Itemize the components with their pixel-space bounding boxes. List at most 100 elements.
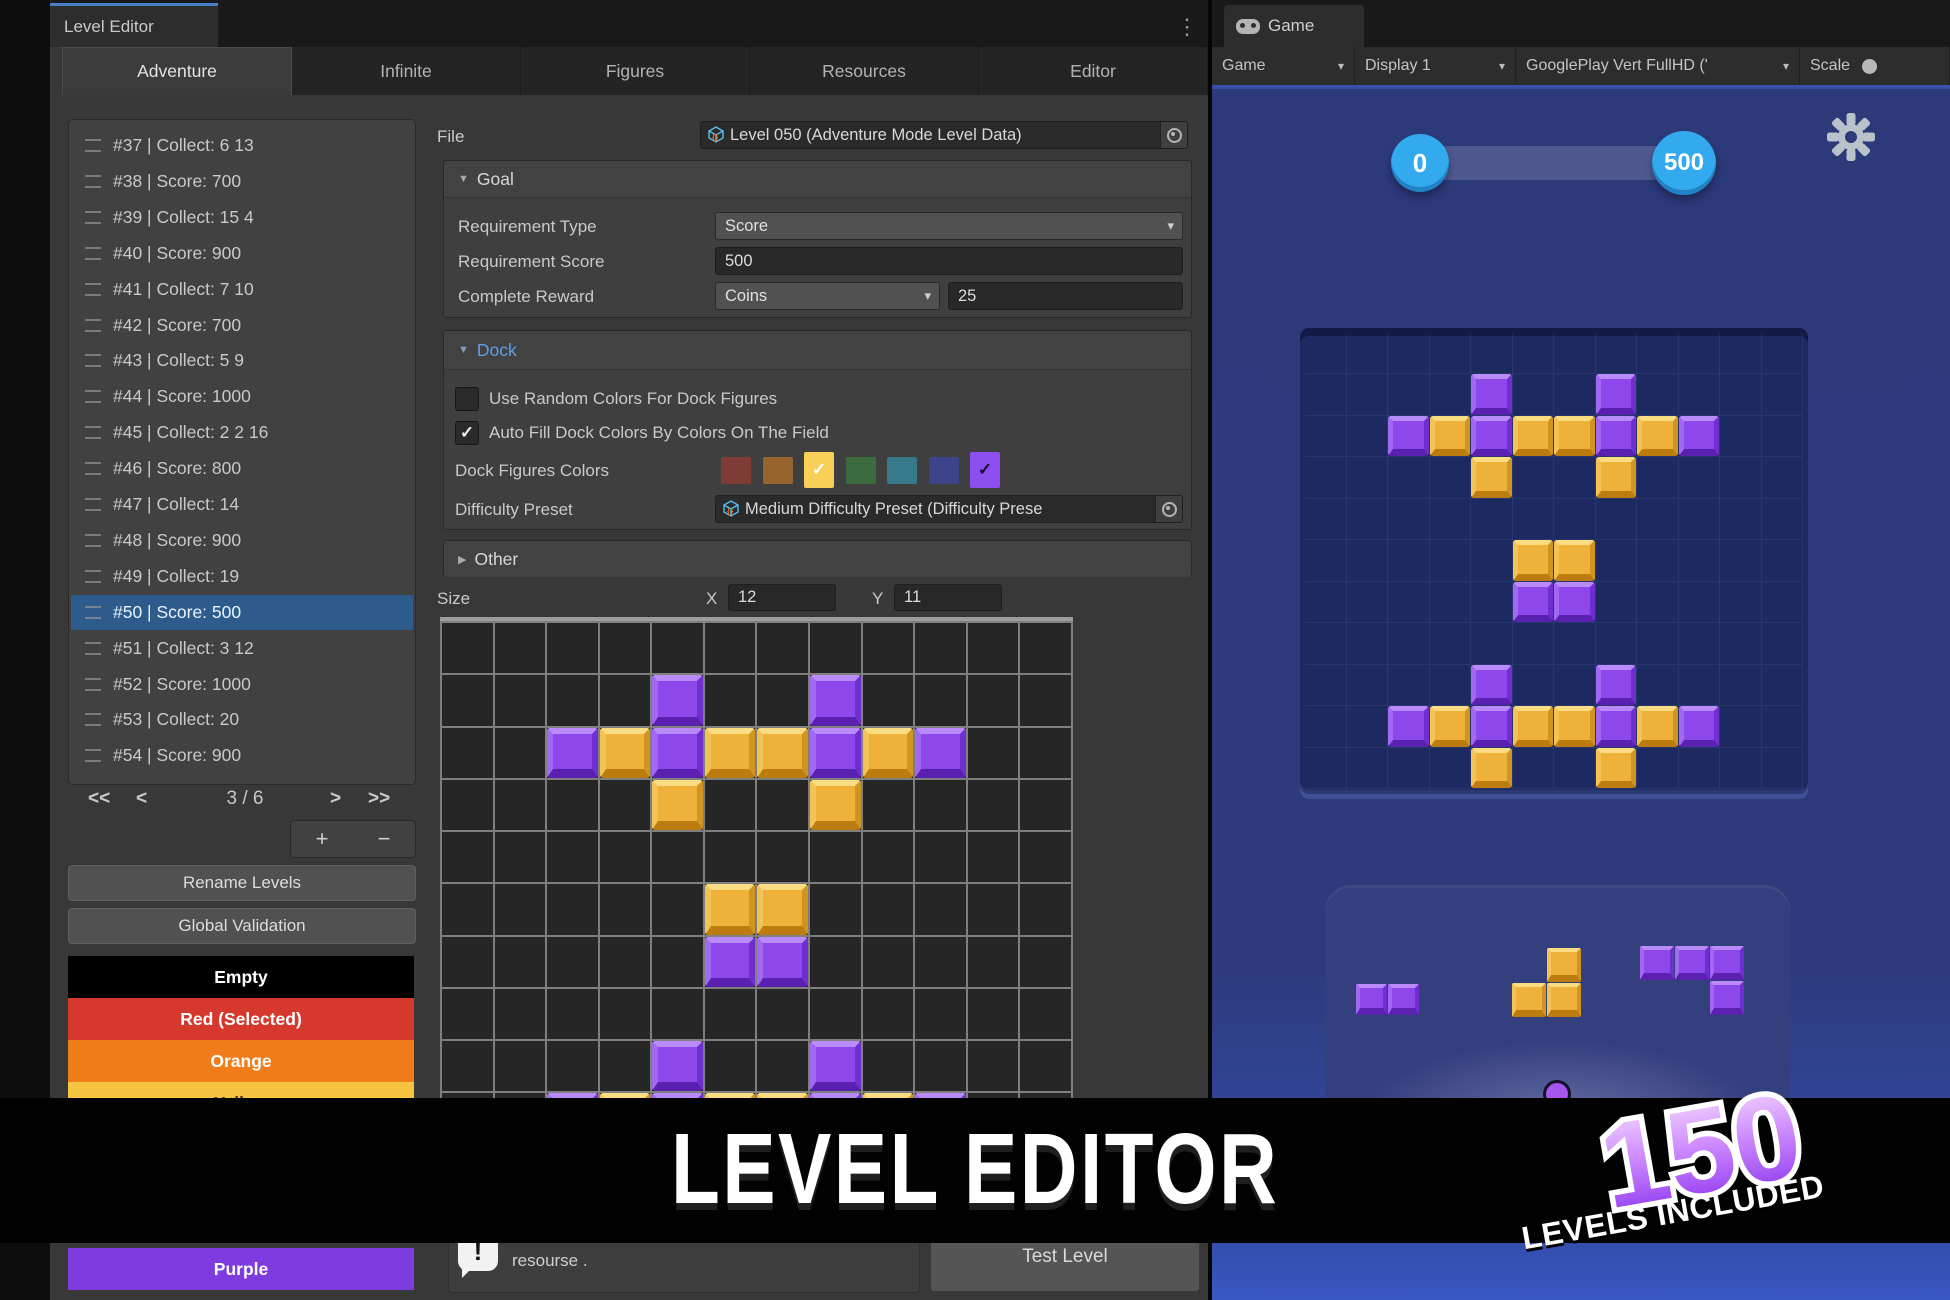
grid-cell[interactable] [810,623,861,673]
grid-cell[interactable] [968,884,1019,934]
grid-cell[interactable] [968,832,1019,882]
level-list-item[interactable]: #39 | Collect: 15 4 [71,200,413,235]
grid-cell[interactable] [1020,728,1071,778]
object-picker-icon[interactable] [1160,122,1187,148]
drag-handle-icon[interactable] [85,642,101,655]
drag-handle-icon[interactable] [85,354,101,367]
grid-cell[interactable] [757,728,808,778]
dock-color-swatch[interactable] [846,457,876,484]
grid-cell[interactable] [495,884,546,934]
drag-handle-icon[interactable] [85,678,101,691]
grid-cell[interactable] [968,623,1019,673]
drag-handle-icon[interactable] [85,606,101,619]
game-view-tab[interactable]: Game [1224,5,1364,47]
level-list-item[interactable]: #46 | Score: 800 [71,451,413,486]
grid-cell[interactable] [547,780,598,830]
level-list-item[interactable]: #53 | Collect: 20 [71,702,413,737]
grid-cell[interactable] [968,675,1019,725]
grid-cell[interactable] [863,728,914,778]
grid-cell[interactable] [705,780,756,830]
grid-cell[interactable] [757,623,808,673]
kebab-menu-icon[interactable]: ⋮ [1172,12,1202,42]
grid-cell[interactable] [652,728,703,778]
drag-handle-icon[interactable] [85,247,101,260]
page-last-button[interactable]: >> [368,788,390,810]
scale-slider-knob[interactable] [1862,59,1877,74]
level-list-item[interactable]: #48 | Score: 900 [71,523,413,558]
reward-amount-input[interactable]: 25 [948,282,1183,310]
dock-color-swatch[interactable]: ✓ [804,452,834,488]
grid-cell[interactable] [547,884,598,934]
grid-cell[interactable] [495,989,546,1039]
level-list-item[interactable]: #44 | Score: 1000 [71,379,413,414]
grid-cell[interactable] [1020,832,1071,882]
level-list-item[interactable]: #41 | Collect: 7 10 [71,272,413,307]
grid-cell[interactable] [968,780,1019,830]
grid-cell[interactable] [1020,675,1071,725]
grid-cell[interactable] [968,728,1019,778]
grid-cell[interactable] [705,728,756,778]
grid-cell[interactable] [810,832,861,882]
drag-handle-icon[interactable] [85,390,101,403]
goal-foldout[interactable]: ▼ Goal [444,161,1191,198]
brush-palette-purple[interactable]: Purple [68,1248,414,1290]
toolbar-googleplay-vert-fullhd-[interactable]: GooglePlay Vert FullHD ('▾ [1516,47,1800,85]
level-list-item[interactable]: #54 | Score: 900 [71,738,413,773]
grid-cell[interactable] [757,884,808,934]
drag-handle-icon[interactable] [85,426,101,439]
drag-handle-icon[interactable] [85,175,101,188]
grid-cell[interactable] [600,728,651,778]
settings-gear-icon[interactable] [1825,111,1877,163]
grid-cell[interactable] [915,832,966,882]
dock-color-swatch[interactable] [763,457,793,484]
grid-cell[interactable] [547,675,598,725]
grid-cell[interactable] [810,1041,861,1091]
drag-handle-icon[interactable] [85,498,101,511]
grid-cell[interactable] [600,832,651,882]
grid-cell[interactable] [863,675,914,725]
grid-cell[interactable] [1020,937,1071,987]
grid-cell[interactable] [495,623,546,673]
drag-handle-icon[interactable] [85,211,101,224]
grid-cell[interactable] [915,728,966,778]
grid-cell[interactable] [915,675,966,725]
level-list-item[interactable]: #52 | Score: 1000 [71,667,413,702]
grid-cell[interactable] [915,780,966,830]
drag-handle-icon[interactable] [85,283,101,296]
grid-cell[interactable] [810,989,861,1039]
req-score-input[interactable]: 500 [715,247,1183,275]
grid-cell[interactable] [705,623,756,673]
tab-editor[interactable]: Editor [979,47,1208,95]
grid-cell[interactable] [810,780,861,830]
grid-cell[interactable] [652,989,703,1039]
level-list-item[interactable]: #37 | Collect: 6 13 [71,128,413,163]
level-list-item[interactable]: #51 | Collect: 3 12 [71,631,413,666]
grid-cell[interactable] [863,1041,914,1091]
tab-infinite[interactable]: Infinite [292,47,521,95]
grid-cell[interactable] [863,832,914,882]
global-validation-button[interactable]: Global Validation [68,908,416,944]
dock-color-swatch[interactable] [929,457,959,484]
grid-cell[interactable] [915,884,966,934]
grid-cell[interactable] [757,780,808,830]
grid-cell[interactable] [652,623,703,673]
grid-cell[interactable] [495,675,546,725]
grid-cell[interactable] [968,937,1019,987]
grid-cell[interactable] [442,937,493,987]
grid-cell[interactable] [652,1041,703,1091]
grid-cell[interactable] [442,989,493,1039]
grid-cell[interactable] [600,1041,651,1091]
grid-cell[interactable] [442,623,493,673]
size-x-input[interactable]: 12 [728,584,836,611]
grid-cell[interactable] [1020,989,1071,1039]
grid-cell[interactable] [442,884,493,934]
drag-handle-icon[interactable] [85,570,101,583]
grid-cell[interactable] [705,884,756,934]
grid-cell[interactable] [705,937,756,987]
grid-cell[interactable] [652,780,703,830]
random-colors-checkbox[interactable] [455,387,479,411]
grid-cell[interactable] [1020,884,1071,934]
drag-handle-icon[interactable] [85,319,101,332]
level-editor-window-tab[interactable]: Level Editor [50,3,218,47]
grid-cell[interactable] [547,623,598,673]
